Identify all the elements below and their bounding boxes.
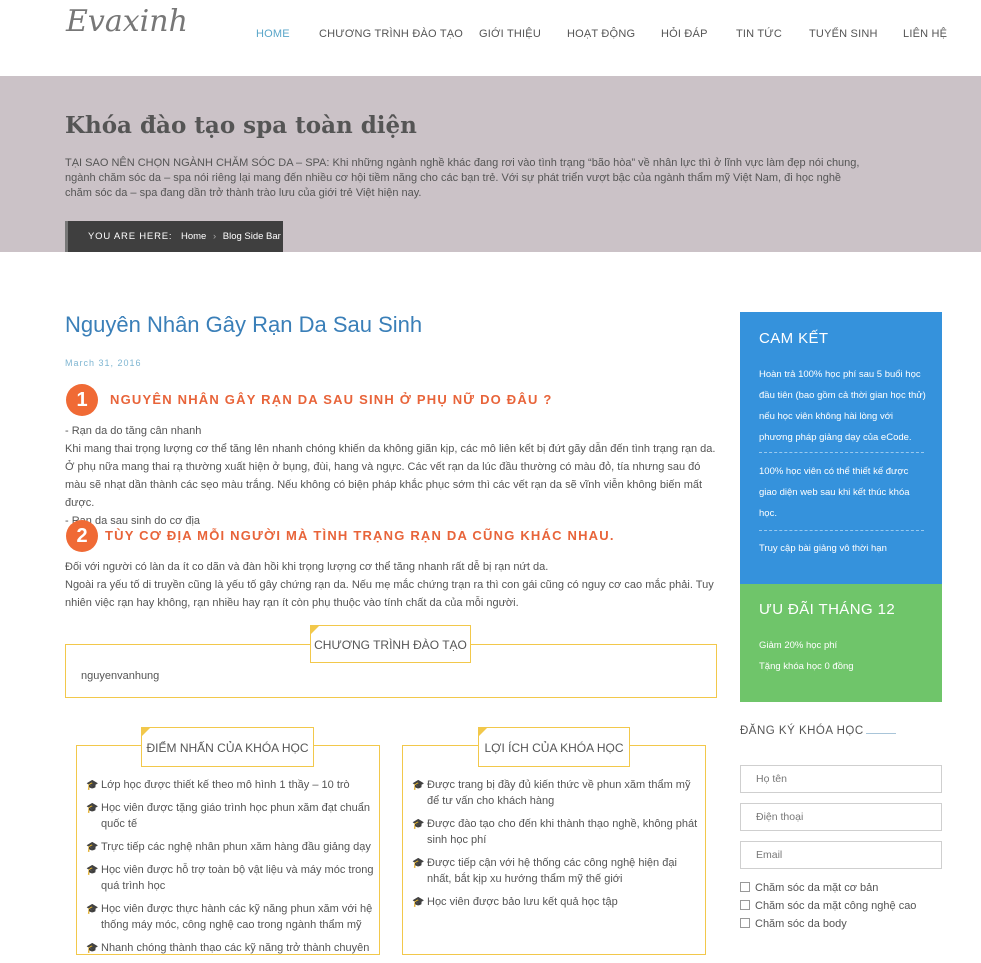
offer-title: ƯU ĐÃI THÁNG 12 — [759, 601, 896, 618]
nav-news[interactable]: TIN TỨC — [736, 28, 782, 40]
graduation-cap-icon: 🎓 — [86, 904, 99, 915]
checkbox-icon[interactable] — [740, 882, 750, 892]
post-date: March 31, 2016 — [65, 358, 142, 368]
checkbox-icon[interactable] — [740, 900, 750, 910]
graduation-cap-icon: 🎓 — [86, 803, 99, 814]
breadcrumb-home-link[interactable]: Home — [181, 231, 206, 242]
nav-training-program[interactable]: CHƯƠNG TRÌNH ĐÀO TẠO — [319, 28, 463, 40]
section-number-badge: 1 — [66, 384, 98, 416]
list-item: 🎓 Học viên được tặng giáo trình học phun … — [86, 802, 370, 830]
corner-decoration — [478, 727, 488, 737]
post-title[interactable]: Nguyên Nhân Gây Rạn Da Sau Sinh — [65, 312, 422, 338]
paragraph: - Rạn da do tăng cân nhanh — [65, 425, 202, 437]
highlights-label-text: ĐIỂM NHẤN CỦA KHÓA HỌC — [146, 741, 309, 755]
program-box-label: CHƯƠNG TRÌNH ĐÀO TẠO — [310, 625, 471, 663]
section-body: Đối với người có làn da ít co dãn và đàn… — [65, 558, 720, 612]
paragraph: Khi mang thai trọng lượng cơ thể tăng lê… — [65, 443, 716, 509]
nav-contact[interactable]: LIÊN HỆ — [903, 28, 947, 40]
corner-decoration — [310, 625, 320, 635]
list-item: 🎓 Lớp học được thiết kế theo mô hình 1 th… — [86, 777, 376, 793]
breadcrumb-current: Blog Side Bar — [222, 231, 281, 242]
graduation-cap-icon: 🎓 — [412, 819, 425, 830]
commitment-item: Truy cập bài giảng vô thời hạn — [759, 543, 887, 554]
email-field[interactable] — [740, 841, 942, 869]
course-option-checkbox[interactable]: Chăm sóc da mặt công nghệ cao — [740, 900, 916, 912]
paragraph: Ngoài ra yếu tố di truyền cũng là yếu tố… — [65, 579, 714, 609]
chevron-right-icon: › — [212, 231, 217, 242]
divider — [759, 452, 924, 453]
register-title: ĐĂNG KÝ KHÓA HỌC — [740, 725, 864, 737]
benefits-list: 🎓 Được trang bị đầy đủ kiến thức về phun … — [412, 777, 700, 917]
divider — [759, 530, 924, 531]
nav-about[interactable]: GIỚI THIỆU — [479, 28, 541, 40]
list-item: 🎓 Nhanh chóng thành thạo các kỹ năng trở … — [86, 940, 376, 956]
graduation-cap-icon: 🎓 — [412, 780, 425, 791]
graduation-cap-icon: 🎓 — [412, 858, 425, 869]
program-box-label-text: CHƯƠNG TRÌNH ĐÀO TẠO — [314, 638, 467, 652]
graduation-cap-icon: 🎓 — [86, 842, 99, 853]
course-option-checkbox[interactable]: Chăm sóc da mặt cơ bản — [740, 882, 878, 894]
graduation-cap-icon: 🎓 — [86, 943, 99, 954]
breadcrumb-label: YOU ARE HERE: — [88, 231, 173, 242]
highlights-box-label: ĐIỂM NHẤN CỦA KHÓA HỌC — [141, 727, 314, 767]
offer-item: Giảm 20% học phí — [759, 640, 838, 651]
nav-faq[interactable]: HỎI ĐÁP — [661, 28, 708, 40]
banner-description: TẠI SAO NÊN CHỌN NGÀNH CHĂM SÓC DA – SPA… — [65, 157, 860, 199]
offer-item: Tặng khóa học 0 đồng — [759, 661, 854, 672]
list-item: 🎓 Học viên được hỗ trợ toàn bộ vật liệu v… — [86, 864, 374, 892]
graduation-cap-icon: 🎓 — [412, 897, 425, 908]
paragraph: Đối với người có làn da ít co dãn và đàn… — [65, 561, 549, 573]
phone-field[interactable] — [740, 803, 942, 831]
list-item: 🎓 Học viên được bảo lưu kết quả học tập — [412, 894, 700, 910]
list-item: 🎓 Được đào tạo cho đến khi thành thạo ngh… — [412, 818, 698, 846]
nav-home[interactable]: HOME — [256, 28, 290, 40]
commitment-title: CAM KẾT — [759, 330, 829, 347]
commitment-item: 100% học viên có thể thiết kế được giao … — [759, 466, 910, 519]
list-item: 🎓 Được trang bị đầy đủ kiến thức về phun … — [412, 779, 691, 807]
commitment-panel: CAM KẾT Hoàn trả 100% học phí sau 5 buổi… — [740, 312, 942, 584]
graduation-cap-icon: 🎓 — [86, 865, 99, 876]
nav-activities[interactable]: HOẠT ĐỘNG — [567, 28, 635, 40]
page-banner: Khóa đào tạo spa toàn diện TẠI SAO NÊN C… — [0, 76, 981, 252]
list-item: 🎓 Trực tiếp các nghệ nhân phun xăm hàng đ… — [86, 839, 376, 855]
site-header: Evaxinh HOME CHƯƠNG TRÌNH ĐÀO TẠO GIỚI T… — [0, 0, 981, 76]
section-number-badge: 2 — [66, 520, 98, 552]
section-body: - Rạn da do tăng cân nhanh Khi mang thai… — [65, 422, 720, 530]
program-box-text: nguyenvanhung — [81, 670, 160, 682]
corner-decoration — [141, 727, 151, 737]
graduation-cap-icon: 🎓 — [86, 780, 99, 791]
checkbox-icon[interactable] — [740, 918, 750, 928]
breadcrumb: YOU ARE HERE: Home › Blog Side Bar — [65, 221, 283, 252]
main-nav: HOME CHƯƠNG TRÌNH ĐÀO TẠO GIỚI THIỆU HOẠ… — [0, 28, 981, 42]
section-heading: TÙY CƠ ĐỊA MỖI NGƯỜI MÀ TÌNH TRẠNG RẠN D… — [105, 528, 615, 543]
nav-admissions[interactable]: TUYỂN SINH — [809, 28, 878, 40]
course-option-checkbox[interactable]: Chăm sóc da body — [740, 918, 847, 930]
name-field[interactable] — [740, 765, 942, 793]
highlights-list: 🎓 Lớp học được thiết kế theo mô hình 1 th… — [86, 777, 376, 963]
list-item: 🎓 Được tiếp cận với hệ thống các công ngh… — [412, 857, 677, 885]
commitment-item: Hoàn trả 100% học phí sau 5 buổi học đầu… — [759, 369, 926, 443]
list-item: 🎓 Học viên được thực hành các kỹ năng phu… — [86, 903, 373, 931]
section-heading: NGUYÊN NHÂN GÂY RẠN DA SAU SINH Ở PHỤ NỮ… — [110, 392, 553, 407]
benefits-label-text: LỢI ÍCH CỦA KHÓA HỌC — [484, 741, 624, 755]
offer-panel: ƯU ĐÃI THÁNG 12 Giảm 20% học phí Tặng kh… — [740, 584, 942, 702]
benefits-box-label: LỢI ÍCH CỦA KHÓA HỌC — [478, 727, 630, 767]
title-underline — [866, 733, 896, 734]
banner-title: Khóa đào tạo spa toàn diện — [65, 112, 417, 139]
